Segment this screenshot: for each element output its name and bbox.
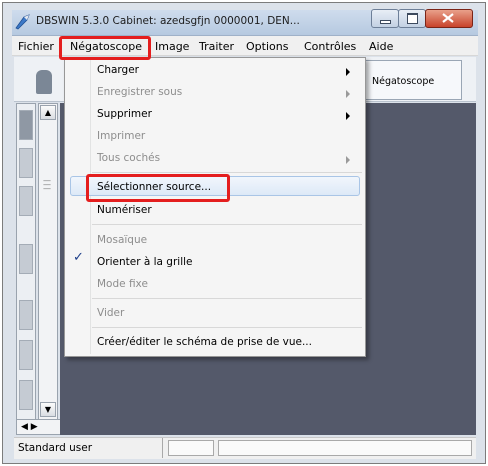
minimize-icon: [380, 20, 391, 24]
menu-item-enregistrer-sous[interactable]: Enregistrer sous: [97, 86, 182, 98]
minimize-button[interactable]: [371, 9, 399, 28]
menu-separator: [92, 298, 362, 299]
menu-separator: [92, 172, 362, 173]
vertical-scrollbar[interactable]: ▲ — — — ▼: [38, 103, 58, 421]
thumbnail-panel: [16, 103, 36, 425]
status-user: Standard user: [18, 442, 93, 454]
menu-options[interactable]: Options: [246, 40, 288, 53]
menu-image[interactable]: Image: [155, 40, 189, 53]
scroll-up-button[interactable]: ▲: [40, 105, 56, 120]
menu-separator: [92, 327, 362, 328]
thumbnail-item[interactable]: [19, 340, 33, 370]
menu-item-imprimer[interactable]: Imprimer: [97, 130, 145, 142]
thumbnail-item[interactable]: [19, 186, 33, 216]
status-separator: [162, 438, 163, 458]
checkmark-icon: ✓: [73, 250, 84, 265]
menu-aide[interactable]: Aide: [369, 40, 393, 53]
close-button[interactable]: [425, 9, 473, 28]
negatoscope-tab-label: Négatoscope: [372, 76, 435, 87]
menu-item-mosaique[interactable]: Mosaïque: [97, 234, 147, 246]
tooth-icon[interactable]: [36, 70, 52, 94]
close-icon: [442, 13, 454, 23]
menu-controles[interactable]: Contrôles: [304, 40, 356, 53]
window-title: DBSWIN 5.3.0 Cabinet: azedsgfjn 0000001,…: [36, 15, 300, 27]
thumbnail-item[interactable]: [19, 148, 33, 178]
menu-item-creer-schema[interactable]: Créer/éditer le schéma de prise de vue..…: [97, 336, 312, 348]
scroll-down-button[interactable]: ▼: [40, 402, 56, 417]
menu-item-mode-fixe[interactable]: Mode fixe: [97, 278, 148, 290]
thumbnail-item[interactable]: [19, 110, 33, 140]
menu-item-supprimer[interactable]: Supprimer: [97, 108, 152, 120]
submenu-arrow-icon: [346, 90, 350, 98]
horizontal-scrollbar[interactable]: ◀ ▶: [16, 419, 64, 435]
thumbnail-item[interactable]: [19, 380, 33, 410]
menu-item-orienter-grille[interactable]: Orienter à la grille: [97, 256, 193, 268]
submenu-arrow-icon: [346, 112, 350, 120]
thumbnail-item[interactable]: [19, 300, 33, 330]
thumbnail-item[interactable]: [19, 244, 33, 274]
status-field: [218, 440, 472, 456]
menu-item-tous-coches[interactable]: Tous cochés: [97, 152, 160, 164]
maximize-icon: [407, 13, 418, 24]
menu-fichier[interactable]: Fichier: [18, 40, 54, 53]
negatoscope-callout: [59, 36, 151, 60]
menu-separator: [92, 224, 362, 225]
menu-gutter-divider: [90, 60, 91, 354]
scroll-grip-icon[interactable]: — — —: [42, 177, 52, 193]
select-source-callout: [86, 174, 230, 202]
menu-item-numeriser[interactable]: Numériser: [97, 204, 152, 216]
app-logo-icon: [15, 14, 30, 30]
maximize-button[interactable]: [398, 9, 426, 28]
submenu-arrow-icon: [346, 156, 350, 164]
submenu-arrow-icon: [346, 68, 350, 76]
menu-item-vider[interactable]: Vider: [97, 307, 124, 319]
status-field: [168, 440, 214, 456]
menu-item-charger[interactable]: Charger: [97, 64, 139, 76]
menu-traiter[interactable]: Traiter: [199, 40, 234, 53]
